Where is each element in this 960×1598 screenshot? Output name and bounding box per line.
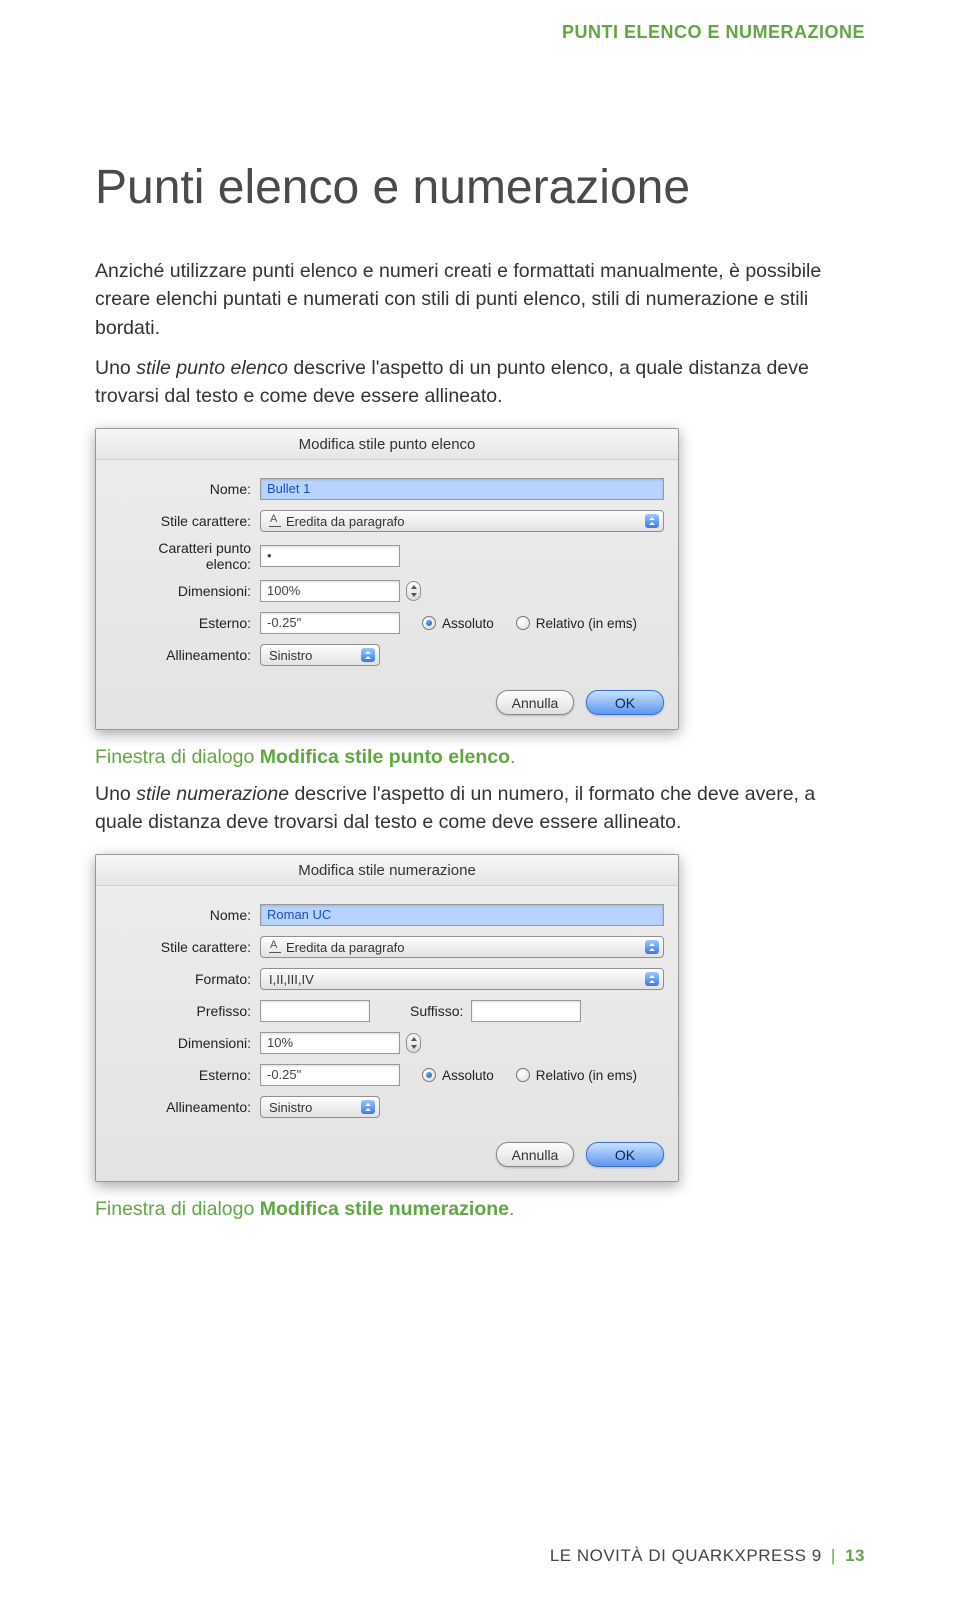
label-stile-carattere: Stile carattere: — [110, 939, 260, 955]
bullet-style-paragraph: Uno stile punto elenco descrive l'aspett… — [95, 354, 865, 411]
dialog-title: Modifica stile numerazione — [96, 855, 678, 886]
popup-value: Eredita da paragrafo — [286, 514, 405, 529]
dimensioni-field[interactable]: 100% — [260, 580, 400, 602]
label-allineamento: Allineamento: — [110, 647, 260, 663]
label-nome: Nome: — [110, 481, 260, 497]
label-esterno: Esterno: — [110, 1067, 260, 1083]
caption-bold: Modifica stile numerazione — [260, 1198, 509, 1220]
label-allineamento: Allineamento: — [110, 1099, 260, 1115]
dialog-modifica-stile-punto-elenco: Modifica stile punto elenco Nome: Bullet… — [95, 428, 679, 730]
allineamento-popup[interactable]: Sinistro — [260, 1096, 380, 1118]
text: Finestra di dialogo — [95, 746, 260, 768]
dialog-modifica-stile-numerazione: Modifica stile numerazione Nome: Roman U… — [95, 854, 679, 1182]
page-number: 13 — [845, 1546, 865, 1565]
label-prefisso: Prefisso: — [110, 1003, 260, 1019]
label-caratteri: Caratteri punto elenco: — [110, 540, 260, 572]
radio-relativo[interactable]: Relativo (in ems) — [516, 616, 637, 631]
character-style-icon — [269, 515, 281, 527]
dimensioni-stepper[interactable] — [406, 581, 421, 601]
page-title: Punti elenco e numerazione — [95, 160, 865, 215]
dimensioni-field[interactable]: 10% — [260, 1032, 400, 1054]
caption-dialog1: Finestra di dialogo Modifica stile punto… — [95, 744, 865, 771]
popup-value: Sinistro — [269, 1100, 312, 1115]
text: Uno — [95, 357, 136, 379]
section-header: PUNTI ELENCO E NUMERAZIONE — [562, 22, 865, 43]
text: . — [510, 746, 515, 768]
caption-bold: Modifica stile punto elenco — [260, 746, 510, 768]
label-formato: Formato: — [110, 971, 260, 987]
esterno-field[interactable]: -0.25" — [260, 612, 400, 634]
intro-paragraph: Anziché utilizzare punti elenco e numeri… — [95, 257, 865, 342]
caption-dialog2: Finestra di dialogo Modifica stile numer… — [95, 1196, 865, 1223]
footer-text: LE NOVITÀ DI QUARKXPRESS 9 — [550, 1546, 822, 1565]
label-suffisso: Suffisso: — [410, 1003, 463, 1019]
stile-carattere-popup[interactable]: Eredita da paragrafo — [260, 510, 664, 532]
radio-label: Relativo (in ems) — [536, 616, 637, 631]
radio-label: Assoluto — [442, 616, 494, 631]
text: Finestra di dialogo — [95, 1198, 260, 1220]
label-esterno: Esterno: — [110, 615, 260, 631]
dimensioni-stepper[interactable] — [406, 1033, 421, 1053]
esterno-field[interactable]: -0.25" — [260, 1064, 400, 1086]
page-footer: LE NOVITÀ DI QUARKXPRESS 9 | 13 — [550, 1546, 865, 1566]
suffisso-field[interactable] — [471, 1000, 581, 1022]
nome-field[interactable]: Bullet 1 — [260, 478, 664, 500]
character-style-icon — [269, 941, 281, 953]
popup-value: Eredita da paragrafo — [286, 940, 405, 955]
ok-button[interactable]: OK — [586, 690, 664, 715]
label-nome: Nome: — [110, 907, 260, 923]
radio-relativo[interactable]: Relativo (in ems) — [516, 1068, 637, 1083]
term-stile-numerazione: stile numerazione — [136, 783, 289, 805]
radio-label: Assoluto — [442, 1068, 494, 1083]
label-stile-carattere: Stile carattere: — [110, 513, 260, 529]
nome-field[interactable]: Roman UC — [260, 904, 664, 926]
cancel-button[interactable]: Annulla — [496, 690, 574, 715]
stile-carattere-popup[interactable]: Eredita da paragrafo — [260, 936, 664, 958]
radio-label: Relativo (in ems) — [536, 1068, 637, 1083]
formato-popup[interactable]: I,II,III,IV — [260, 968, 664, 990]
term-stile-punto-elenco: stile punto elenco — [136, 357, 288, 379]
dialog-title: Modifica stile punto elenco — [96, 429, 678, 460]
radio-assoluto[interactable]: Assoluto — [422, 1068, 494, 1083]
caratteri-field[interactable]: • — [260, 545, 400, 567]
footer-separator: | — [831, 1546, 836, 1565]
numbering-style-paragraph: Uno stile numerazione descrive l'aspetto… — [95, 780, 865, 837]
allineamento-popup[interactable]: Sinistro — [260, 644, 380, 666]
label-dimensioni: Dimensioni: — [110, 583, 260, 599]
popup-value: I,II,III,IV — [269, 972, 314, 987]
text: Uno — [95, 783, 136, 805]
radio-assoluto[interactable]: Assoluto — [422, 616, 494, 631]
ok-button[interactable]: OK — [586, 1142, 664, 1167]
cancel-button[interactable]: Annulla — [496, 1142, 574, 1167]
popup-value: Sinistro — [269, 648, 312, 663]
text: . — [509, 1198, 514, 1220]
label-dimensioni: Dimensioni: — [110, 1035, 260, 1051]
prefisso-field[interactable] — [260, 1000, 370, 1022]
